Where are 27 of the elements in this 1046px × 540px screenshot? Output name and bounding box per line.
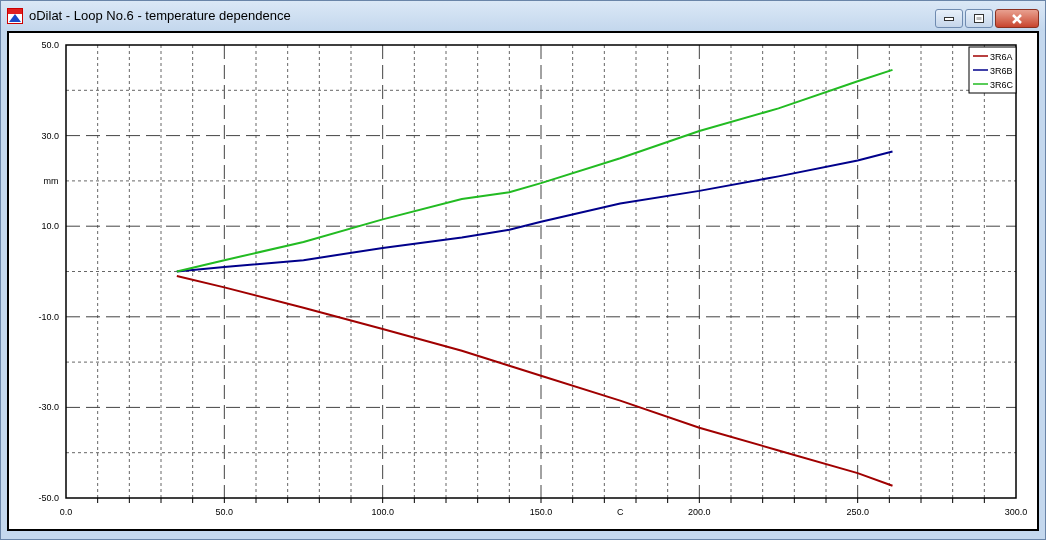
close-button[interactable]	[995, 9, 1039, 28]
minimize-icon	[944, 16, 954, 21]
x-tick-label: 50.0	[215, 507, 234, 517]
restore-icon	[974, 14, 984, 23]
x-tick-label: 250.0	[846, 507, 869, 517]
y-tick-label: 30.0	[41, 130, 59, 141]
x-tick-label: 200.0	[688, 507, 711, 517]
legend-label: 3R6B	[990, 65, 1013, 76]
app-icon	[7, 8, 23, 24]
y-tick-label: -10.0	[38, 311, 59, 322]
y-tick-label: 50.0	[41, 40, 59, 50]
x-axis-label: C	[616, 507, 624, 517]
window-title: oDilat - Loop No.6 - temperature dependence	[29, 7, 291, 26]
maximize-button[interactable]	[965, 9, 993, 28]
y-tick-label: 10.0	[41, 221, 59, 232]
legend-label: 3R6A	[990, 51, 1013, 62]
x-tick-label: 300.0	[1004, 507, 1028, 517]
minimize-button[interactable]	[935, 9, 963, 28]
y-axis-label: mm	[43, 175, 59, 186]
x-tick-label: 150.0	[529, 507, 553, 517]
legend-label: 3R6C	[990, 79, 1013, 90]
legend-box	[968, 46, 1017, 94]
x-tick-label: 0.0	[59, 507, 73, 517]
close-icon	[1011, 13, 1023, 24]
y-tick-label: -50.0	[38, 493, 59, 503]
x-tick-label: 100.0	[371, 507, 394, 517]
y-tick-label: -30.0	[38, 402, 59, 413]
